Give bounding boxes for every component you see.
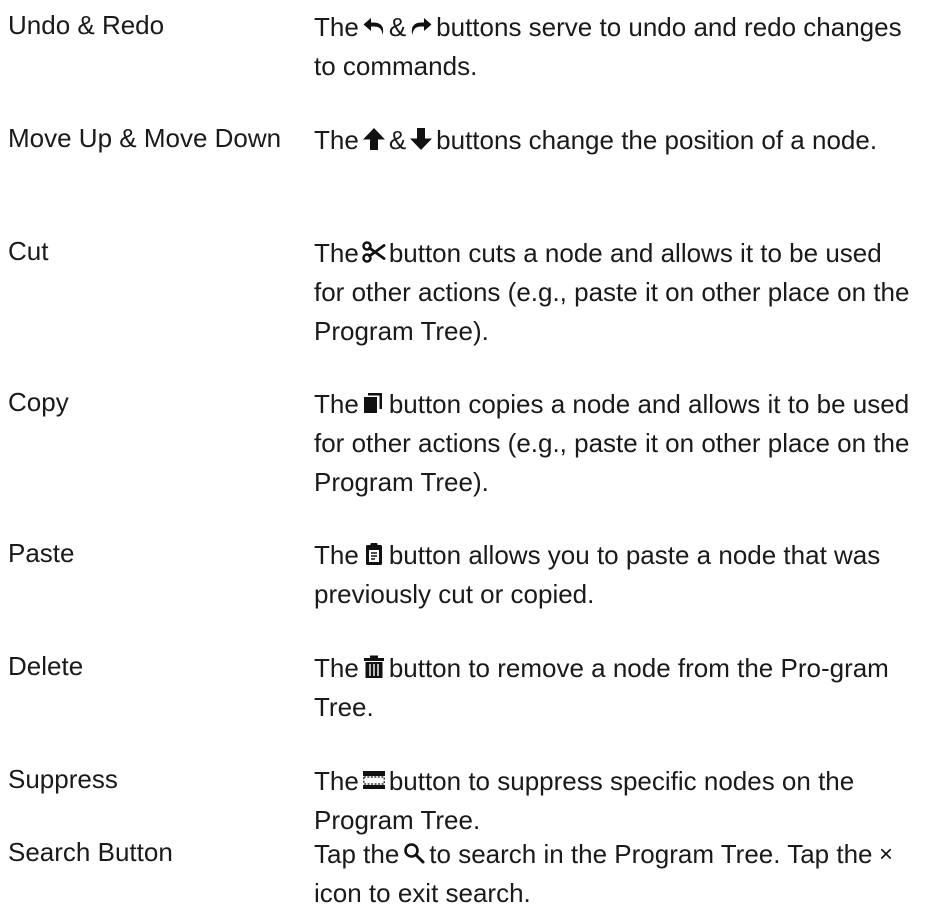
term-search-button: Search Button	[8, 837, 173, 867]
term-delete: Delete	[8, 651, 84, 681]
desc-prefix: The	[314, 653, 359, 683]
desc-prefix: The	[314, 540, 359, 570]
desc-prefix: The	[314, 389, 359, 419]
desc-suffix: button copies a node and allows it to be…	[314, 389, 910, 497]
trash-icon	[362, 654, 386, 680]
desc-suffix: buttons change the position of a node.	[436, 125, 878, 155]
arrow-down-icon	[409, 126, 433, 152]
redo-icon	[409, 13, 433, 39]
desc-mid: &	[388, 12, 407, 42]
description-delete: The button to remove a node from the Pro-…	[314, 649, 914, 727]
scissors-icon	[362, 239, 386, 265]
term-move-up-down: Move Up & Move Down	[8, 123, 282, 153]
desc-prefix: The	[314, 125, 359, 155]
desc-suffix: button allows you to paste a node that w…	[314, 540, 881, 609]
description-copy: The button copies a node and allows it to…	[314, 385, 914, 502]
description-paste: The button allows you to paste a node tha…	[314, 536, 914, 614]
search-icon	[402, 840, 426, 866]
term-suppress: Suppress	[8, 764, 118, 794]
term-paste: Paste	[8, 538, 75, 568]
arrow-up-icon	[362, 126, 386, 152]
description-move-up-down: The & buttons change the position of a nod…	[314, 121, 914, 160]
desc-suffix: button to suppress specific nodes on the…	[314, 766, 855, 835]
copy-icon	[362, 390, 386, 416]
description-search-button: Tap the to search in the Program Tree. Ta…	[314, 835, 914, 913]
description-cut: The button cuts a node and allows it to b…	[314, 234, 914, 351]
term-cut: Cut	[8, 236, 49, 266]
close-icon	[876, 840, 896, 866]
term-copy: Copy	[8, 387, 69, 417]
suppress-icon	[362, 767, 386, 793]
desc-suffix: icon to exit search.	[314, 878, 531, 908]
paste-icon	[362, 541, 386, 567]
desc-suffix: button cuts a node and allows it to be u…	[314, 238, 910, 346]
desc-prefix: The	[314, 766, 359, 796]
description-suppress: The button to suppress specific nodes on …	[314, 762, 914, 840]
desc-mid: to search in the Program Tree. Tap the	[429, 839, 873, 869]
desc-prefix: Tap the	[314, 839, 400, 869]
term-undo-redo: Undo & Redo	[8, 10, 165, 40]
desc-mid: &	[388, 125, 407, 155]
desc-suffix: button to remove a node from the Pro-gra…	[314, 653, 889, 722]
desc-prefix: The	[314, 238, 359, 268]
desc-prefix: The	[314, 12, 359, 42]
undo-icon	[362, 13, 386, 39]
description-undo-redo: The & buttons serve to undo and redo chang…	[314, 8, 914, 86]
